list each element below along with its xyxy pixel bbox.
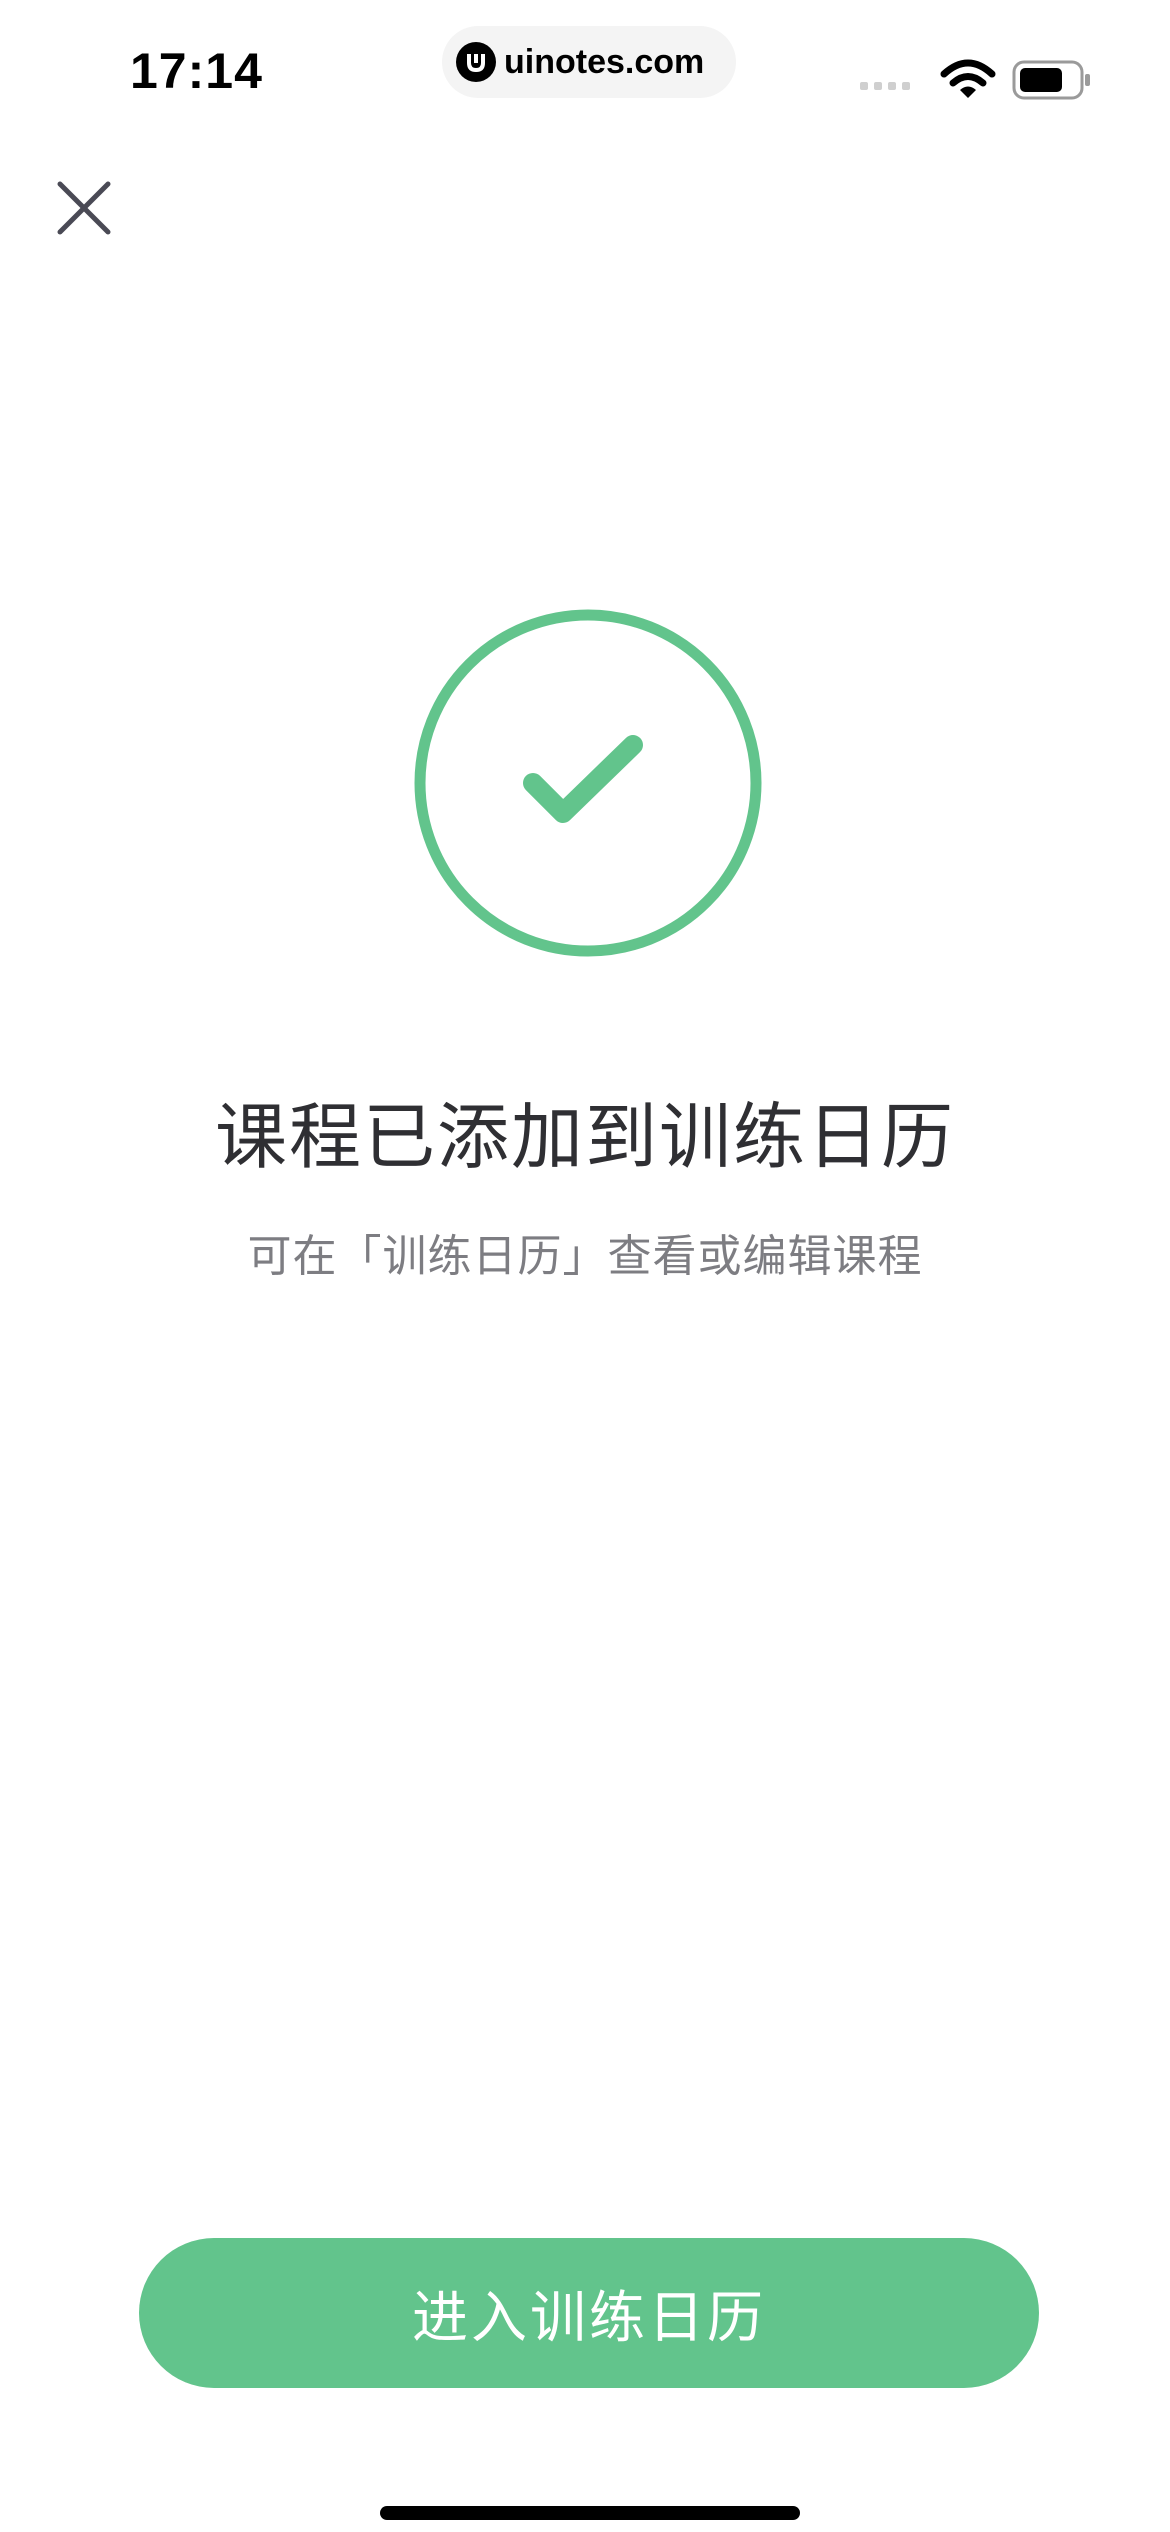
close-icon bbox=[57, 181, 111, 235]
page-subtitle: 可在「训练日历」查看或编辑课程 bbox=[247, 1231, 923, 1282]
enter-training-calendar-button[interactable]: 进入训练日历 bbox=[139, 2238, 1039, 2388]
site-logo-icon bbox=[456, 42, 496, 82]
home-indicator[interactable] bbox=[380, 2506, 800, 2520]
battery-icon bbox=[1012, 60, 1090, 100]
url-pill[interactable]: uinotes.com bbox=[442, 26, 736, 98]
cellular-signal-icon bbox=[860, 82, 910, 90]
close-button[interactable] bbox=[54, 178, 114, 238]
check-circle-icon bbox=[414, 609, 762, 957]
wifi-icon bbox=[940, 59, 996, 98]
page-title: 课程已添加到训练日历 bbox=[214, 1095, 955, 1179]
status-time: 17:14 bbox=[130, 43, 263, 99]
url-text: uinotes.com bbox=[504, 42, 705, 81]
